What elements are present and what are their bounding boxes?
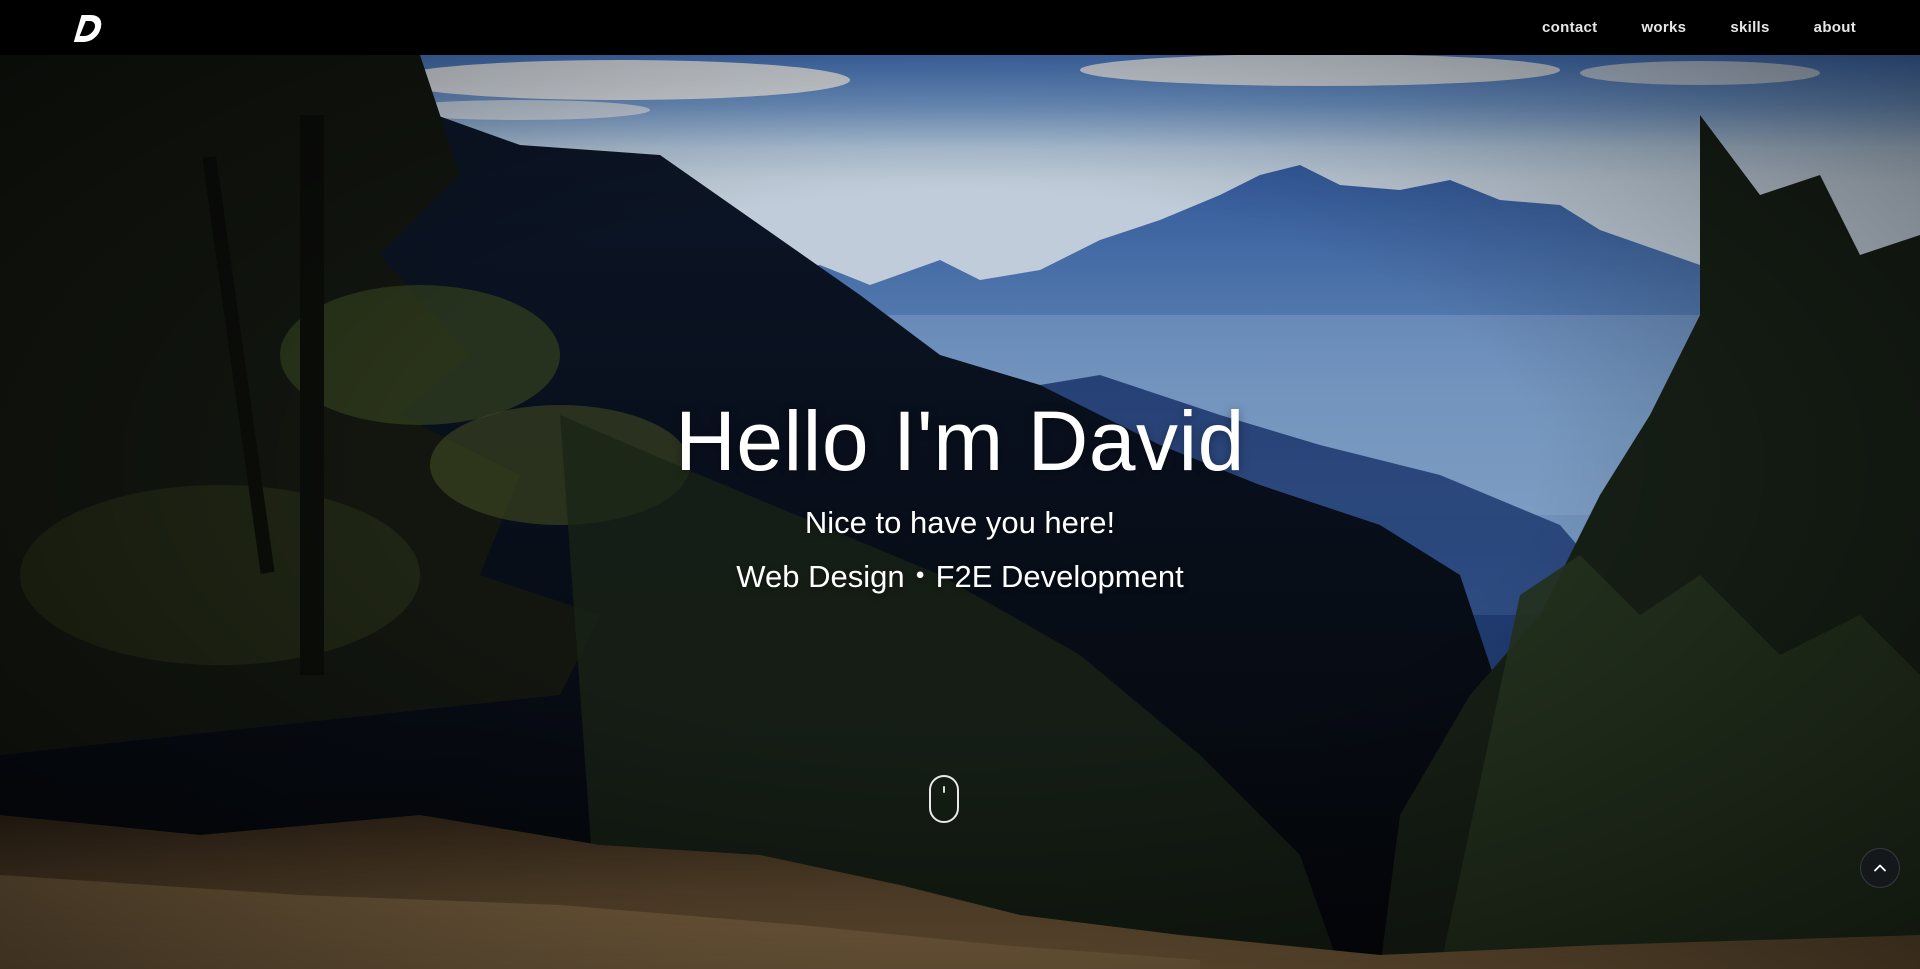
chevron-up-icon bbox=[1874, 864, 1886, 872]
mouse-wheel bbox=[943, 786, 945, 793]
nav-link-contact[interactable]: contact bbox=[1542, 19, 1597, 36]
hero-section: Hello I'm David Nice to have you here! W… bbox=[0, 55, 1920, 969]
hero-subtitle: Nice to have you here! bbox=[804, 505, 1116, 540]
nav-link-skills[interactable]: skills bbox=[1730, 19, 1769, 36]
top-navbar: contact works skills about bbox=[0, 0, 1920, 55]
hero-title: Hello I'm David bbox=[675, 394, 1245, 488]
d-logo-icon[interactable] bbox=[70, 10, 106, 46]
nav-link-works[interactable]: works bbox=[1641, 19, 1686, 36]
hero-tagline: Web Design・F2E Development bbox=[736, 559, 1184, 594]
main-nav: contact works skills about bbox=[1520, 0, 1878, 55]
mouse-scroll-icon[interactable] bbox=[929, 775, 959, 823]
nav-link-about[interactable]: about bbox=[1814, 19, 1856, 36]
back-to-top-button[interactable] bbox=[1860, 848, 1900, 888]
hero-text-block: Hello I'm David Nice to have you here! W… bbox=[0, 55, 1920, 969]
